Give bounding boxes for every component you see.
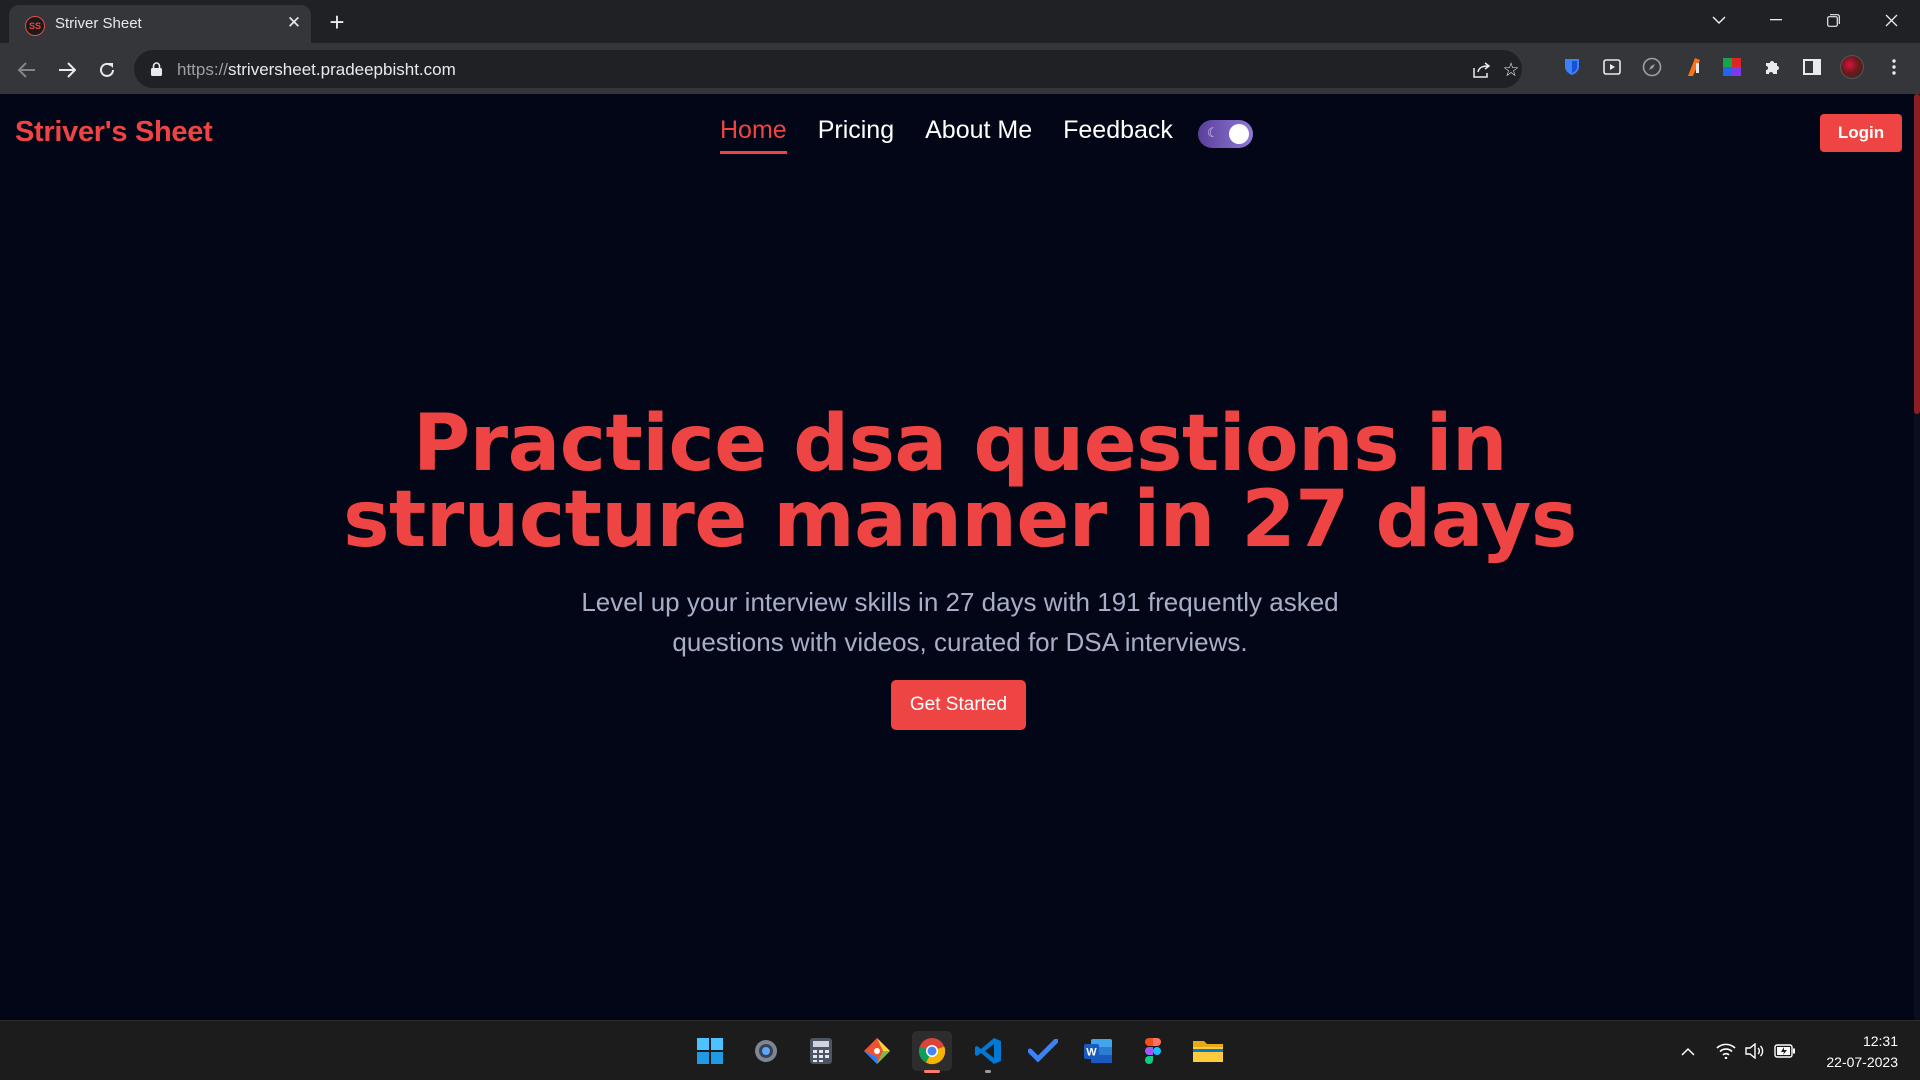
settings-icon[interactable] — [746, 1031, 786, 1071]
lock-icon[interactable] — [151, 62, 162, 76]
scrollbar-thumb[interactable] — [1914, 94, 1920, 414]
moon-icon: ☾ — [1207, 125, 1219, 140]
hero-title-line-2: structure manner in 27 days — [343, 475, 1577, 565]
url-text[interactable]: https://striversheet.pradeepbisht.com — [177, 60, 456, 80]
wifi-icon[interactable] — [1714, 1039, 1738, 1063]
side-panel-icon[interactable] — [1800, 55, 1824, 79]
login-button[interactable]: Login — [1820, 114, 1902, 152]
open-app-indicator — [985, 1070, 991, 1073]
site-favicon-icon: SS — [25, 16, 45, 36]
vscode-icon[interactable] — [968, 1031, 1008, 1073]
page-viewport: Striver's Sheet Home Pricing About Me Fe… — [0, 94, 1920, 1020]
theme-toggle[interactable]: ☾ — [1198, 120, 1253, 148]
browser-tab[interactable]: SS Striver Sheet ✕ — [9, 5, 311, 43]
active-app-indicator — [924, 1070, 940, 1073]
hero-subtitle: Level up your interview skills in 27 day… — [560, 582, 1360, 662]
compass-icon[interactable] — [1640, 55, 1664, 79]
bookmark-star-icon[interactable]: ☆ — [1500, 59, 1522, 81]
bitwarden-shield-icon[interactable] — [1560, 55, 1584, 79]
tab-search-chevron-icon[interactable] — [1696, 4, 1742, 36]
windows-start-icon[interactable] — [690, 1031, 730, 1071]
nav-home-link[interactable]: Home — [720, 116, 787, 154]
browser-toolbar: https://striversheet.pradeepbisht.com ☆ — [0, 43, 1920, 94]
battery-icon[interactable] — [1773, 1039, 1797, 1063]
hero-subtitle-line-1: Level up your interview skills in 27 day… — [581, 587, 1339, 617]
show-hidden-icons-chevron-icon[interactable] — [1676, 1039, 1700, 1063]
volume-icon[interactable] — [1743, 1039, 1767, 1063]
tab-title: Striver Sheet — [55, 15, 142, 32]
page-scrollbar[interactable] — [1914, 94, 1920, 1020]
word-icon[interactable]: W — [1078, 1031, 1118, 1071]
clock-date: 22-07-2023 — [1826, 1054, 1898, 1070]
browser-tab-strip: SS Striver Sheet ✕ + — [0, 0, 1920, 43]
minimize-button[interactable] — [1753, 4, 1799, 36]
nav-about-me-link[interactable]: About Me — [925, 116, 1032, 154]
new-tab-button[interactable]: + — [323, 7, 351, 37]
toggle-knob — [1229, 124, 1249, 144]
nav-pricing-link[interactable]: Pricing — [818, 116, 894, 154]
figma-icon[interactable] — [1133, 1031, 1173, 1071]
site-logo[interactable]: Striver's Sheet — [15, 116, 213, 149]
forward-button[interactable] — [50, 53, 84, 87]
get-started-button[interactable]: Get Started — [891, 680, 1026, 730]
back-button[interactable] — [10, 53, 44, 87]
picture-in-picture-icon[interactable] — [1600, 55, 1624, 79]
svg-text:W: W — [1086, 1047, 1097, 1059]
file-explorer-icon[interactable] — [1188, 1031, 1228, 1071]
system-clock[interactable]: 12:31 22-07-2023 — [1802, 1031, 1898, 1073]
nav-feedback-link[interactable]: Feedback — [1063, 116, 1173, 154]
hero-title: Practice dsa questions in structure mann… — [0, 405, 1920, 559]
clock-time: 12:31 — [1862, 1033, 1898, 1049]
main-nav: Home Pricing About Me Feedback — [720, 116, 1173, 154]
extension-orange-icon[interactable] — [1682, 55, 1706, 79]
profile-avatar[interactable] — [1840, 55, 1864, 79]
share-icon[interactable] — [1471, 59, 1493, 81]
hero-subtitle-line-2: questions with videos, curated for DSA i… — [672, 627, 1248, 657]
browser-menu-icon[interactable] — [1882, 55, 1906, 79]
color-picker-icon[interactable] — [1720, 55, 1744, 79]
address-bar[interactable]: https://striversheet.pradeepbisht.com ☆ — [134, 50, 1522, 88]
calculator-icon[interactable] — [801, 1031, 841, 1071]
tab-close-icon[interactable]: ✕ — [283, 12, 305, 34]
git-icon[interactable] — [857, 1031, 897, 1071]
reload-button[interactable] — [90, 53, 124, 87]
windows-taskbar: W 12:31 22-07-2023 — [0, 1020, 1920, 1080]
extensions-puzzle-icon[interactable] — [1760, 55, 1784, 79]
restore-button[interactable] — [1810, 4, 1856, 36]
close-window-button[interactable] — [1868, 4, 1914, 36]
todo-icon[interactable] — [1023, 1031, 1063, 1071]
chrome-icon[interactable] — [912, 1031, 952, 1073]
